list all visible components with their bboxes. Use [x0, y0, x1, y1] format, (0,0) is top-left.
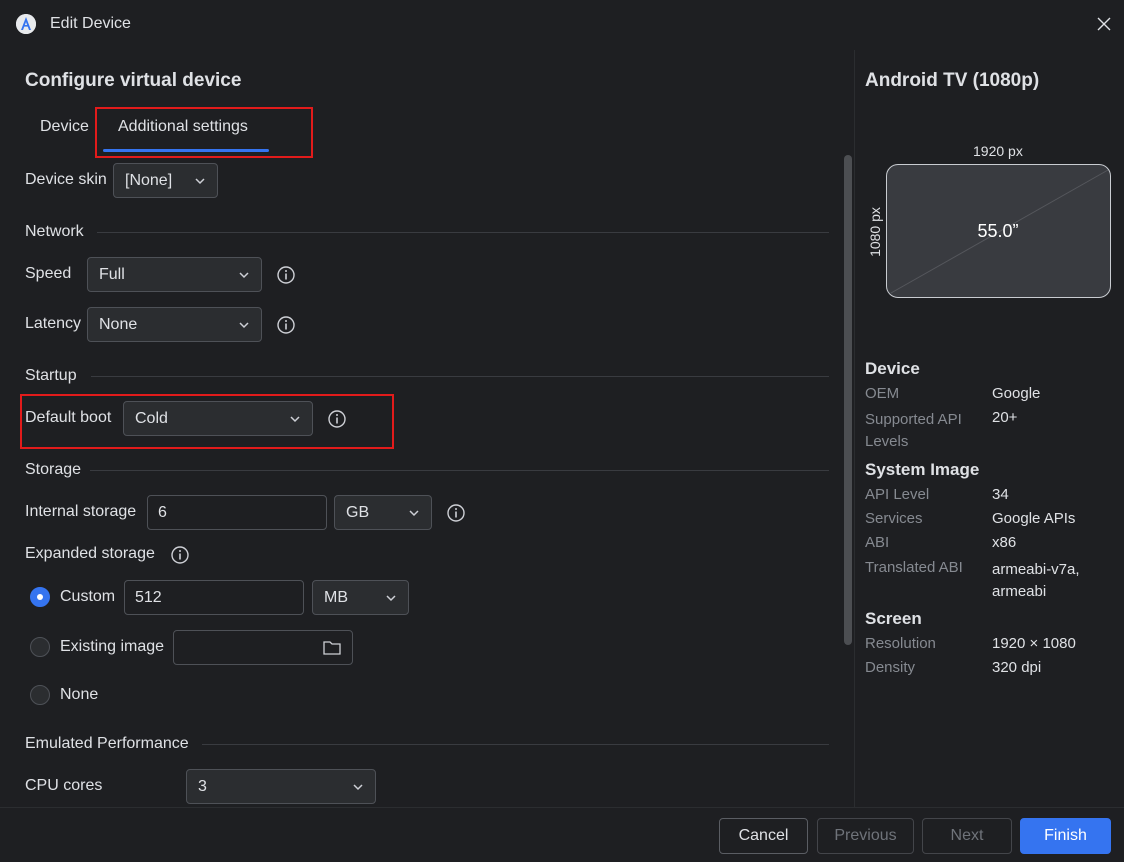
default-boot-value: Cold [135, 409, 168, 427]
expanded-storage-label: Expanded storage [25, 545, 155, 562]
default-boot-dropdown[interactable]: Cold [123, 401, 313, 436]
detail-key-api-level: API Level [865, 486, 930, 503]
device-preview-screen: 55.0” [886, 164, 1111, 298]
device-skin-value: [None] [125, 171, 173, 189]
chevron-down-icon [239, 271, 249, 278]
chevron-down-icon [353, 783, 363, 790]
chevron-down-icon [239, 321, 249, 328]
device-skin-label: Device skin [25, 171, 107, 188]
chevron-down-icon [195, 177, 205, 184]
android-studio-icon [16, 14, 36, 34]
title-bar: Edit Device [0, 0, 1124, 50]
device-name-title: Android TV (1080p) [865, 70, 1040, 91]
radio-none-label: None [60, 686, 99, 703]
storage-section-title: Storage [25, 461, 82, 478]
device-section-heading: Device [865, 359, 920, 378]
default-boot-label: Default boot [25, 409, 112, 426]
close-button[interactable] [1094, 14, 1114, 34]
detail-value-services: Google APIs [992, 510, 1076, 527]
info-icon[interactable] [276, 265, 296, 285]
previous-button[interactable]: Previous [817, 818, 914, 854]
detail-key-services: Services [865, 510, 923, 527]
close-icon [1097, 17, 1111, 31]
cpu-cores-value: 3 [198, 777, 207, 795]
latency-label: Latency [25, 315, 82, 332]
performance-section-title: Emulated Performance [25, 735, 189, 752]
screen-section-heading: Screen [865, 609, 922, 628]
chevron-down-icon [290, 415, 300, 422]
preview-width-label: 1920 px [973, 143, 1023, 159]
network-section-title: Network [25, 223, 84, 240]
speed-dropdown[interactable]: Full [87, 257, 262, 292]
radio-existing-image-label: Existing image [60, 638, 165, 655]
custom-storage-input[interactable]: 512 [124, 580, 304, 615]
detail-value-resolution: 1920 × 1080 [992, 635, 1076, 652]
cpu-cores-dropdown[interactable]: 3 [186, 769, 376, 804]
info-icon[interactable] [170, 545, 190, 565]
system-image-heading: System Image [865, 460, 980, 479]
custom-storage-unit: MB [324, 588, 348, 606]
detail-key-abi: ABI [865, 534, 890, 551]
finish-button[interactable]: Finish [1020, 818, 1111, 854]
next-button[interactable]: Next [922, 818, 1012, 854]
preview-diagonal-size: 55.0” [977, 221, 1019, 241]
detail-value-api-level: 34 [992, 486, 1009, 503]
footer-separator [0, 807, 1124, 808]
radio-none[interactable] [30, 685, 50, 705]
internal-storage-label: Internal storage [25, 503, 137, 520]
window-title: Edit Device [50, 15, 131, 32]
cancel-button[interactable]: Cancel [719, 818, 808, 854]
divider [91, 376, 829, 377]
panel-separator [854, 50, 855, 807]
cpu-cores-label: CPU cores [25, 777, 103, 794]
device-skin-dropdown[interactable]: [None] [113, 163, 218, 198]
detail-key-resolution: Resolution [865, 635, 936, 652]
detail-key-api-levels: Supported API Levels [865, 411, 962, 450]
startup-section-title: Startup [25, 367, 77, 384]
info-icon[interactable] [276, 315, 296, 335]
divider [202, 744, 829, 745]
custom-storage-value: 512 [135, 588, 162, 606]
detail-key-oem: OEM [865, 385, 900, 402]
divider [90, 470, 829, 471]
divider [97, 232, 829, 233]
radio-custom[interactable] [30, 587, 50, 607]
highlight-box-tab [95, 107, 313, 158]
folder-icon[interactable] [322, 640, 342, 656]
preview-height-label: 1080 px [867, 207, 883, 257]
internal-storage-unit-dropdown[interactable]: GB [334, 495, 432, 530]
radio-existing-image[interactable] [30, 637, 50, 657]
info-icon[interactable] [327, 409, 347, 429]
radio-custom-label: Custom [60, 588, 116, 605]
detail-value-oem: Google [992, 385, 1041, 402]
internal-storage-unit: GB [346, 503, 370, 521]
chevron-down-icon [409, 509, 419, 516]
internal-storage-value: 6 [158, 503, 167, 521]
page-title: Configure virtual device [25, 70, 242, 91]
detail-value-api-levels: 20+ [992, 409, 1018, 426]
tab-device[interactable]: Device [40, 118, 89, 136]
scrollbar[interactable] [844, 155, 852, 645]
detail-value-abi: x86 [992, 534, 1017, 551]
detail-value-translated-abi: armeabi-v7a, armeabi [992, 561, 1080, 600]
existing-image-path-input[interactable] [173, 630, 353, 665]
custom-storage-unit-dropdown[interactable]: MB [312, 580, 409, 615]
detail-key-translated-abi: Translated ABI [865, 559, 963, 576]
latency-value: None [99, 315, 138, 333]
speed-value: Full [99, 265, 125, 283]
detail-key-density: Density [865, 659, 916, 676]
info-icon[interactable] [446, 503, 466, 523]
chevron-down-icon [386, 594, 396, 601]
speed-label: Speed [25, 265, 72, 282]
latency-dropdown[interactable]: None [87, 307, 262, 342]
internal-storage-input[interactable]: 6 [147, 495, 327, 530]
detail-value-density: 320 dpi [992, 659, 1042, 676]
